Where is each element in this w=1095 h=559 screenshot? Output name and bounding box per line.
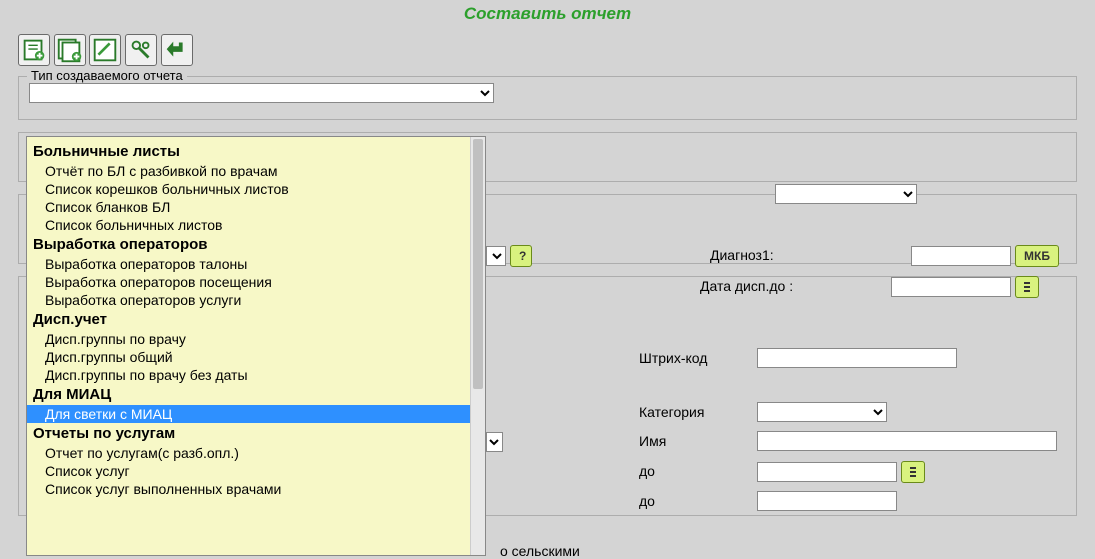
row-imya: Имя <box>639 433 674 449</box>
toolbar-btn-new-1[interactable] <box>18 34 50 66</box>
dropdown-group: Больничные листы <box>27 141 485 162</box>
row-do1: до <box>639 463 663 479</box>
hidden-select-1[interactable] <box>486 246 506 266</box>
row-upper-select <box>775 184 917 204</box>
row-do2: до <box>639 493 663 509</box>
dropdown-item[interactable]: Список бланков БЛ <box>27 198 485 216</box>
page-title: Составить отчет <box>0 0 1095 28</box>
row-date-disp-do-input <box>891 276 1039 298</box>
dropdown-item[interactable]: Список больничных листов <box>27 216 485 234</box>
do2-input[interactable] <box>757 491 897 511</box>
dropdown-scrollbar[interactable] <box>470 137 485 555</box>
date-disp-do-input[interactable] <box>891 277 1011 297</box>
diagnoz1-label: Диагноз1: <box>710 247 774 263</box>
row-shtrih: Штрих-код <box>639 350 715 366</box>
dropdown-group: Выработка операторов <box>27 234 485 255</box>
date-picker-button-1[interactable] <box>1015 276 1039 298</box>
dropdown-item[interactable]: Дисп.группы по врачу без даты <box>27 366 485 384</box>
row-do2-input <box>757 491 897 511</box>
shtrih-input[interactable] <box>757 348 957 368</box>
diagnoz1-input[interactable] <box>911 246 1011 266</box>
row-diagnoz1: Диагноз1: <box>710 247 782 263</box>
dropdown-item[interactable]: Отчет по услугам(с разб.опл.) <box>27 444 485 462</box>
dropdown-item[interactable]: Список корешков больничных листов <box>27 180 485 198</box>
dropdown-scroll-thumb[interactable] <box>473 139 483 389</box>
dropdown-group: Отчеты по услугам <box>27 423 485 444</box>
dropdown-item[interactable]: Список услуг <box>27 462 485 480</box>
do2-label: до <box>639 493 655 509</box>
row-do1-input <box>757 461 925 483</box>
kategoria-label: Категория <box>639 404 704 420</box>
fieldset-report-type: Тип создаваемого отчета <box>18 76 1077 120</box>
dropdown-item[interactable]: Выработка операторов услуги <box>27 291 485 309</box>
dropdown-item[interactable]: Выработка операторов посещения <box>27 273 485 291</box>
date-disp-do-label: Дата дисп.до : <box>700 278 793 294</box>
row-shtrih-input <box>757 348 957 368</box>
imya-input[interactable] <box>757 431 1057 451</box>
dropdown-item[interactable]: Список услуг выполненных врачами <box>27 480 485 498</box>
do1-label: до <box>639 463 655 479</box>
imya-label: Имя <box>639 433 666 449</box>
help-button[interactable]: ? <box>510 245 532 267</box>
dropdown-item[interactable]: Отчёт по БЛ с разбивкой по врачам <box>27 162 485 180</box>
dropdown-item[interactable]: Дисп.группы общий <box>27 348 485 366</box>
mkb-button[interactable]: МКБ <box>1015 245 1059 267</box>
row-question: ? <box>486 245 532 267</box>
row-imya-input <box>757 431 1057 451</box>
upper-select[interactable] <box>775 184 917 204</box>
dropdown-group: Дисп.учет <box>27 309 485 330</box>
fieldset-legend-report-type: Тип создаваемого отчета <box>27 68 187 83</box>
shtrih-label: Штрих-код <box>639 350 707 366</box>
hidden-select-2[interactable] <box>486 432 503 452</box>
do1-input[interactable] <box>757 462 897 482</box>
row-kategoria-input <box>757 402 887 422</box>
dropdown-item[interactable]: Выработка операторов талоны <box>27 255 485 273</box>
toolbar-btn-edit[interactable] <box>89 34 121 66</box>
row-date-disp-do: Дата дисп.до : <box>700 278 801 294</box>
toolbar-btn-settings[interactable] <box>125 34 157 66</box>
row-diagnoz1-input: МКБ <box>911 245 1059 267</box>
kategoria-select[interactable] <box>757 402 887 422</box>
dropdown-item[interactable]: Для светки с МИАЦ <box>27 405 485 423</box>
dropdown-item[interactable]: Дисп.группы по врачу <box>27 330 485 348</box>
date-picker-button-2[interactable] <box>901 461 925 483</box>
row-kategoria: Категория <box>639 404 712 420</box>
row-hidden-select-2 <box>486 432 503 452</box>
report-type-dropdown[interactable]: Больничные листыОтчёт по БЛ с разбивкой … <box>26 136 486 556</box>
dropdown-group: Для МИАЦ <box>27 384 485 405</box>
toolbar-btn-new-2[interactable] <box>54 34 86 66</box>
report-type-select[interactable] <box>29 83 494 103</box>
toolbar-btn-back[interactable] <box>161 34 193 66</box>
